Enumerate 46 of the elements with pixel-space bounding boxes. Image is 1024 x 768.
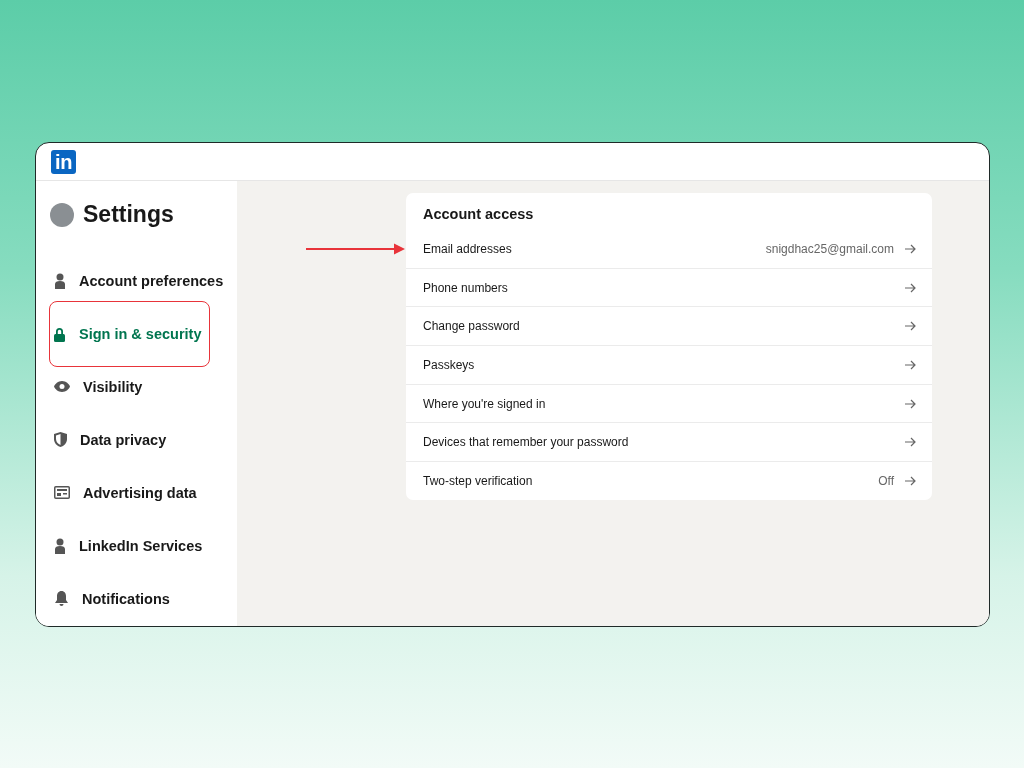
sidebar-item-label: Account preferences [79, 272, 224, 289]
settings-row[interactable]: Where you're signed in [406, 383, 932, 423]
arrow-right-icon [904, 359, 916, 370]
logo[interactable]: in [51, 149, 76, 174]
ad-icon [54, 486, 70, 499]
arrow-right-icon [904, 475, 916, 486]
sidebar-item-label: Visibility [83, 378, 143, 395]
row-value: snigdhac25@gmail.com [765, 241, 894, 256]
settings-row[interactable]: Email addresses snigdhac25@gmail.com [406, 230, 932, 268]
arrow-right-icon [904, 437, 916, 448]
row-label: Two-step verification [423, 473, 534, 488]
shield-icon [54, 432, 67, 447]
section-title: Account access [423, 206, 535, 222]
sidebar-item[interactable]: Notifications [50, 572, 230, 625]
row-value: Off [878, 473, 894, 488]
sidebar-item-label: Advertising data [83, 484, 197, 501]
avatar [50, 202, 74, 227]
person-icon [54, 272, 66, 289]
row-label: Passkeys [423, 357, 476, 372]
row-label: Where you're signed in [423, 396, 547, 411]
arrow-right-icon [904, 243, 916, 254]
arrow-right-icon [904, 398, 916, 409]
lock-icon [53, 326, 66, 342]
arrow-right-icon [904, 282, 916, 293]
person-icon [54, 537, 66, 554]
settings-row[interactable]: Passkeys [406, 345, 932, 384]
sidebar-item-label: Sign in & security [79, 326, 202, 342]
settings-row[interactable]: Devices that remember your password [406, 422, 932, 462]
eye-icon [54, 381, 70, 392]
sidebar-item[interactable]: LinkedIn Services [50, 519, 230, 572]
row-label: Change password [423, 319, 521, 334]
row-label: Email addresses [423, 241, 513, 256]
row-label: Phone numbers [423, 280, 509, 295]
sidebar-item-label: Notifications [82, 590, 170, 607]
settings-row[interactable]: Phone numbers [406, 267, 932, 307]
sidebar-item[interactable]: Sign in & security [49, 301, 210, 367]
sidebar-item[interactable]: Advertising data [50, 466, 230, 519]
sidebar-item-label: Data privacy [80, 431, 167, 448]
sidebar-item[interactable]: Data privacy [50, 413, 230, 466]
settings-row[interactable]: Two-step verification Off [406, 461, 932, 500]
page-title: Settings [83, 201, 174, 228]
row-label: Devices that remember your password [423, 435, 630, 450]
arrow-right-icon [904, 321, 916, 332]
sidebar-item-label: LinkedIn Services [79, 537, 203, 554]
settings-row[interactable]: Change password [406, 306, 932, 346]
bell-icon [54, 591, 69, 606]
